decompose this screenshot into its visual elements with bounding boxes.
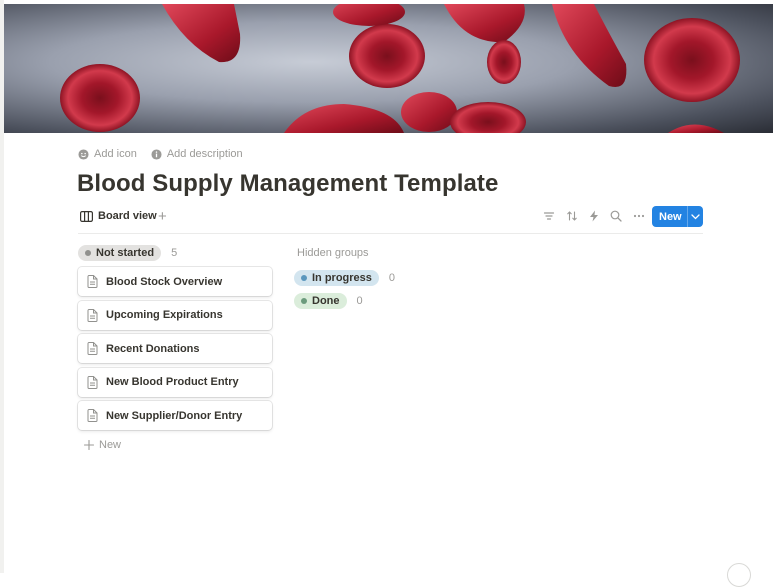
add-new-label: New [99, 439, 122, 451]
status-dot [85, 250, 91, 256]
blood-cells-illustration [60, 4, 740, 133]
group-count: 0 [388, 272, 396, 284]
smiley-icon [78, 148, 89, 160]
automation-icon[interactable] [589, 210, 599, 222]
page-icon [87, 275, 98, 288]
new-button[interactable]: New [652, 206, 703, 227]
board-card[interactable]: New Supplier/Donor Entry [78, 401, 272, 430]
hidden-group-in-progress[interactable]: In progress 0 [294, 270, 395, 286]
view-tools [543, 210, 645, 222]
add-icon-button[interactable]: Add icon [78, 148, 137, 160]
new-button-label: New [659, 210, 682, 223]
chevron-down-icon[interactable] [688, 213, 703, 220]
add-new-card-button[interactable]: New [84, 439, 121, 451]
status-dot [301, 275, 307, 281]
hidden-group-done[interactable]: Done 0 [294, 293, 363, 309]
plus-icon [84, 440, 94, 450]
status-label: Done [312, 295, 340, 307]
board-card[interactable]: New Blood Product Entry [78, 367, 272, 397]
card-title: New Supplier/Donor Entry [106, 409, 243, 422]
page-title[interactable]: Blood Supply Management Template [77, 170, 498, 198]
sort-icon[interactable] [566, 210, 578, 222]
add-description-label: Add description [166, 148, 243, 160]
board-card[interactable]: Blood Stock Overview [78, 267, 272, 296]
status-dot [301, 298, 307, 304]
page-icon [87, 308, 98, 322]
board-group-header[interactable]: Not started 5 [78, 245, 177, 261]
card-title: New Blood Product Entry [106, 376, 239, 388]
view-toolbar: Board view + New [78, 206, 703, 234]
tab-board-view[interactable]: Board view [80, 210, 157, 222]
cover-image[interactable] [4, 4, 773, 133]
board-card[interactable]: Recent Donations [78, 334, 272, 363]
help-button[interactable] [727, 563, 751, 587]
status-badge-not-started[interactable]: Not started [78, 245, 162, 261]
filter-icon[interactable] [543, 210, 555, 222]
info-icon [151, 148, 162, 160]
group-count: 0 [356, 295, 363, 307]
more-icon[interactable] [633, 210, 645, 222]
card-title: Blood Stock Overview [106, 275, 223, 288]
tab-board-view-label: Board view [98, 210, 157, 222]
status-badge-in-progress[interactable]: In progress [294, 270, 379, 286]
page-icon [87, 342, 98, 355]
group-count: 5 [171, 247, 178, 259]
hidden-groups-heading: Hidden groups [297, 247, 369, 259]
card-title: Recent Donations [106, 342, 200, 355]
add-description-button[interactable]: Add description [151, 148, 243, 160]
board-card[interactable]: Upcoming Expirations [78, 300, 272, 330]
status-badge-done[interactable]: Done [294, 293, 347, 309]
board-column-not-started: Blood Stock Overview Upcoming Expiration… [78, 267, 272, 435]
status-label: In progress [312, 272, 372, 284]
search-icon[interactable] [610, 210, 622, 222]
page-meta-actions: Add icon Add description [78, 148, 243, 160]
status-label: Not started [96, 247, 155, 259]
card-title: Upcoming Expirations [106, 309, 223, 321]
add-icon-label: Add icon [94, 148, 137, 160]
board-icon [80, 210, 93, 222]
add-view-button[interactable]: + [158, 208, 167, 226]
page-icon [87, 409, 98, 422]
page-icon [87, 375, 98, 389]
